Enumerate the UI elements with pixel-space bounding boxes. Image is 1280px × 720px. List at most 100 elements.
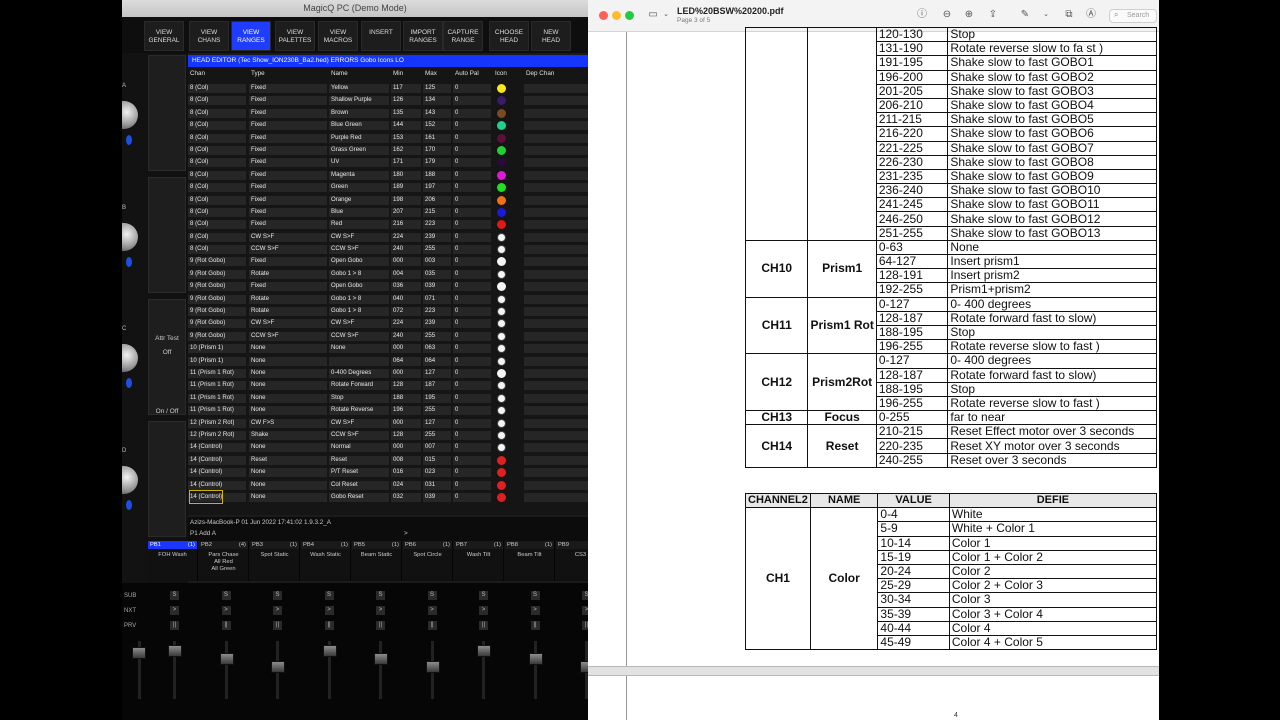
- cell-max[interactable]: 134: [425, 94, 435, 106]
- cell-chan[interactable]: 9 (Rot Gobo): [190, 280, 225, 292]
- cell-max[interactable]: 239: [425, 317, 435, 329]
- fader-handle[interactable]: [528, 653, 543, 665]
- cell-min[interactable]: 240: [393, 243, 403, 255]
- cell-max[interactable]: 039: [425, 280, 435, 292]
- cell-max[interactable]: 015: [425, 454, 435, 466]
- cell-type[interactable]: Fixed: [251, 194, 266, 206]
- cell-max[interactable]: 127: [425, 367, 435, 379]
- cell-min[interactable]: 032: [393, 491, 403, 503]
- cell-min[interactable]: 126: [393, 94, 403, 106]
- playback-pb1[interactable]: PB1 (1) FOH Wash: [148, 541, 198, 581]
- cell-name[interactable]: CW S>F: [331, 231, 354, 243]
- fader-button[interactable]: ||: [170, 621, 179, 630]
- markup-pen-icon[interactable]: ✎: [1019, 9, 1031, 21]
- cell-type[interactable]: CW F>S: [251, 417, 274, 429]
- cell-max[interactable]: 179: [425, 156, 435, 168]
- table-row[interactable]: 8 (Col) CW S>F CW S>F 224 239 0: [188, 231, 588, 243]
- fader-handle[interactable]: [219, 653, 234, 665]
- cell-name[interactable]: P/T Reset: [331, 466, 358, 478]
- table-row[interactable]: 11 (Prism 1 Rot) None 0-400 Degrees 000 127 0: [188, 367, 588, 379]
- cell-auto-pal[interactable]: 0: [455, 218, 458, 230]
- table-row[interactable]: 9 (Rot Gobo) CW S>F CW S>F 224 239 0: [188, 317, 588, 329]
- fader-handle[interactable]: [132, 647, 146, 659]
- cell-chan[interactable]: 10 (Prism 1): [190, 355, 223, 367]
- cell-max[interactable]: 188: [425, 169, 435, 181]
- sidebar-icon[interactable]: ▭: [647, 9, 659, 21]
- cell-type[interactable]: None: [251, 491, 266, 503]
- cell-name[interactable]: Normal: [331, 441, 351, 453]
- cell-name[interactable]: None: [331, 342, 346, 354]
- cell-name[interactable]: Stop: [331, 392, 344, 404]
- cell-min[interactable]: 064: [393, 355, 403, 367]
- cell-auto-pal[interactable]: 0: [455, 156, 458, 168]
- table-row[interactable]: 14 (Control) Reset Reset 008 015 0: [188, 454, 588, 466]
- rotate-icon[interactable]: ⧉: [1063, 9, 1075, 21]
- cell-auto-pal[interactable]: 0: [455, 268, 458, 280]
- info-icon[interactable]: ⓘ: [916, 9, 928, 21]
- cell-chan[interactable]: 11 (Prism 1 Rot): [190, 379, 234, 391]
- cell-min[interactable]: 024: [393, 479, 403, 491]
- cell-min[interactable]: 188: [393, 392, 403, 404]
- cell-name[interactable]: Gobo 1 > 8: [331, 268, 361, 280]
- table-row[interactable]: 12 (Prism 2 Rot) Shake CCW S>F 128 255 0: [188, 429, 588, 441]
- table-row[interactable]: 8 (Col) Fixed Magenta 180 188 0: [188, 169, 588, 181]
- cell-type[interactable]: Rotate: [251, 305, 269, 317]
- cell-chan[interactable]: 12 (Prism 2 Rot): [190, 429, 234, 441]
- command-line[interactable]: P1 Add A: [190, 530, 216, 537]
- cell-type[interactable]: Fixed: [251, 82, 266, 94]
- cell-min[interactable]: 128: [393, 429, 403, 441]
- cell-max[interactable]: 007: [425, 441, 435, 453]
- cell-min[interactable]: 207: [393, 206, 403, 218]
- zoom-window-button[interactable]: [625, 11, 634, 20]
- cell-type[interactable]: Shake: [251, 429, 268, 441]
- fader-handle[interactable]: [580, 661, 588, 673]
- cell-type[interactable]: Fixed: [251, 156, 266, 168]
- cell-chan[interactable]: 8 (Col): [190, 206, 208, 218]
- cell-min[interactable]: 036: [393, 280, 403, 292]
- cell-max[interactable]: 071: [425, 293, 435, 305]
- cell-auto-pal[interactable]: 0: [455, 206, 458, 218]
- cell-auto-pal[interactable]: 0: [455, 466, 458, 478]
- cell-chan[interactable]: 8 (Col): [190, 94, 208, 106]
- table-row[interactable]: 9 (Rot Gobo) Fixed Open Gobo 036 039 0: [188, 280, 588, 292]
- cell-max[interactable]: 255: [425, 330, 435, 342]
- table-row[interactable]: 11 (Prism 1 Rot) None Rotate Reverse 196 255…: [188, 404, 588, 416]
- cell-min[interactable]: 224: [393, 317, 403, 329]
- cell-name[interactable]: Gobo 1 > 8: [331, 305, 361, 317]
- cell-chan[interactable]: 8 (Col): [190, 107, 208, 119]
- encoder-knob[interactable]: [122, 466, 138, 494]
- cell-max[interactable]: 031: [425, 479, 435, 491]
- cell-chan[interactable]: 8 (Col): [190, 243, 208, 255]
- cell-name[interactable]: CW S>F: [331, 417, 354, 429]
- cell-name[interactable]: CCW S>F: [331, 243, 359, 255]
- cell-max[interactable]: 255: [425, 243, 435, 255]
- cell-name[interactable]: Open Gobo: [331, 255, 363, 267]
- cell-name[interactable]: Grass Green: [331, 144, 366, 156]
- cell-type[interactable]: CCW S>F: [251, 330, 279, 342]
- cell-auto-pal[interactable]: 0: [455, 82, 458, 94]
- column-header[interactable]: Icon: [495, 68, 507, 80]
- cell-auto-pal[interactable]: 0: [455, 417, 458, 429]
- cell-auto-pal[interactable]: 0: [455, 305, 458, 317]
- cell-chan[interactable]: 14 (Control): [190, 454, 222, 466]
- fader-button[interactable]: S: [221, 591, 231, 600]
- cell-name[interactable]: Rotate Reverse: [331, 404, 373, 416]
- cell-min[interactable]: 000: [393, 417, 403, 429]
- cell-min[interactable]: 240: [393, 330, 403, 342]
- cell-name[interactable]: Shallow Purple: [331, 94, 372, 106]
- toolbar-button-insert[interactable]: INSERT: [361, 21, 401, 51]
- table-row[interactable]: 10 (Prism 1) None 064 064 0: [188, 355, 588, 367]
- fader-handle[interactable]: [168, 645, 182, 657]
- cell-max[interactable]: 197: [425, 181, 435, 193]
- cell-auto-pal[interactable]: 0: [455, 379, 458, 391]
- cell-auto-pal[interactable]: 0: [455, 181, 458, 193]
- toolbar-button-view-macros[interactable]: VIEW MACROS: [318, 21, 358, 51]
- cell-chan[interactable]: 9 (Rot Gobo): [190, 317, 225, 329]
- cell-type[interactable]: Fixed: [251, 94, 266, 106]
- cell-type[interactable]: None: [251, 441, 266, 453]
- fader-handle[interactable]: [477, 645, 491, 657]
- cell-max[interactable]: 064: [425, 355, 435, 367]
- share-icon[interactable]: ⇪: [987, 9, 999, 21]
- cell-name[interactable]: Gobo Reset: [331, 491, 364, 503]
- cell-chan[interactable]: 12 (Prism 2 Rot): [190, 417, 234, 429]
